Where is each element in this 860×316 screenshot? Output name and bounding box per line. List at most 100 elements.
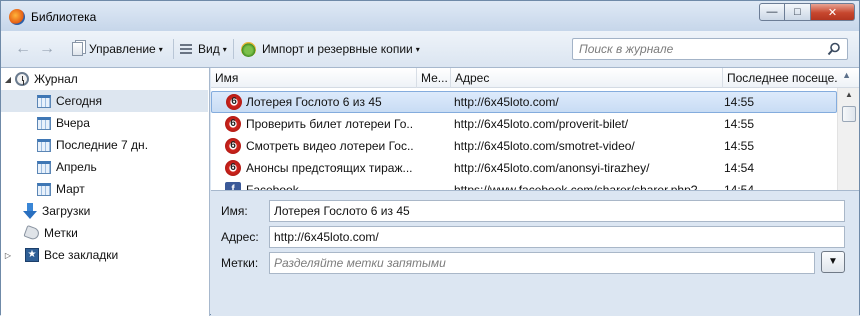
row-visit-time: 14:55	[724, 139, 755, 153]
scroll-up-arrow-icon[interactable]: ▲	[841, 90, 857, 104]
forward-arrow-icon[interactable]: →	[39, 41, 55, 57]
sidebar-item-downloads[interactable]: Загрузки	[1, 200, 208, 222]
column-header-name[interactable]: Имя	[211, 68, 417, 88]
row-name: Анонсы предстоящих тираж...	[246, 161, 413, 175]
sidebar-item-tags[interactable]: Метки	[1, 222, 208, 244]
sidebar-item-label: Апрель	[56, 160, 97, 174]
close-button[interactable]: ✕	[811, 3, 855, 21]
toolbar-separator	[233, 39, 234, 59]
row-address: https://www.facebook.com/sharer/sharer.p…	[454, 183, 708, 191]
history-search-box[interactable]	[572, 38, 848, 60]
row-name: Facebook	[246, 183, 299, 191]
sidebar-item-label: Все закладки	[44, 248, 119, 262]
chevron-down-icon: ▾	[158, 44, 163, 54]
lottery-favicon-icon: 6	[226, 94, 242, 110]
sidebar-item-label: Вчера	[56, 116, 90, 130]
facebook-favicon-icon: f	[225, 182, 241, 190]
row-visit-time: 14:54	[724, 161, 755, 175]
sort-ascending-icon: ▲	[842, 70, 851, 80]
minimize-button[interactable]: —	[759, 3, 785, 21]
sidebar-item-all-bookmarks[interactable]: ▷ ★ Все закладки	[1, 244, 208, 266]
tag-icon	[23, 224, 41, 242]
tags-field[interactable]: Разделяйте метки запятыми	[269, 252, 815, 274]
caption-buttons: — □ ✕	[759, 3, 855, 21]
name-field-label: Имя:	[221, 204, 248, 218]
manage-menu-button[interactable]: Управление ▾	[72, 40, 163, 58]
row-visit-time: 14:55	[724, 95, 755, 109]
table-row[interactable]: 6 Анонсы предстоящих тираж... http://6x4…	[211, 157, 837, 179]
window-title: Библиотека	[31, 10, 97, 24]
lottery-favicon-icon: 6	[225, 138, 241, 154]
row-name: Смотреть видео лотереи Гос...	[246, 139, 414, 153]
expand-triangle-icon[interactable]: ▷	[3, 251, 13, 260]
calendar-icon	[37, 182, 51, 196]
row-name: Проверить билет лотереи Го...	[246, 117, 414, 131]
column-header-tags[interactable]: Ме...	[417, 68, 451, 88]
tags-dropdown-button[interactable]: ▼	[821, 251, 845, 273]
lottery-favicon-icon: 6	[225, 160, 241, 176]
sidebar-item-last-7-days[interactable]: Последние 7 дн.	[1, 134, 208, 156]
address-field-label: Адрес:	[221, 230, 259, 244]
sidebar-item-label: Загрузки	[42, 204, 91, 218]
row-address: http://6x45loto.com/	[454, 95, 559, 109]
collapse-triangle-icon[interactable]: ◢	[3, 75, 13, 84]
address-field[interactable]: http://6x45loto.com/	[269, 226, 845, 248]
sidebar-item-label: Метки	[44, 226, 78, 240]
search-icon[interactable]	[827, 42, 841, 56]
scrollbar-thumb[interactable]	[842, 106, 856, 122]
table-row[interactable]: 6 Проверить билет лотереи Го... http://6…	[211, 113, 837, 135]
row-address: http://6x45loto.com/anonsyi-tirazhey/	[454, 161, 650, 175]
back-arrow-icon[interactable]: ←	[15, 41, 31, 57]
column-header-address[interactable]: Адрес	[451, 68, 723, 88]
sidebar-item-history[interactable]: ◢ Журнал	[1, 68, 208, 90]
tags-field-label: Метки:	[221, 256, 259, 270]
vertical-scrollbar[interactable]: ▲	[837, 88, 859, 190]
table-row[interactable]: 6 Лотерея Гослото 6 из 45 http://6x45lot…	[211, 91, 837, 113]
row-address: http://6x45loto.com/proverit-bilet/	[454, 117, 629, 131]
firefox-icon	[9, 9, 25, 25]
row-name: Лотерея Гослото 6 из 45	[246, 95, 382, 109]
maximize-button[interactable]: □	[785, 3, 811, 21]
name-field[interactable]: Лотерея Гослото 6 из 45	[269, 200, 845, 222]
list-header: Имя Ме... Адрес Последнее посеще... ▲	[211, 68, 859, 88]
sidebar-item-label: Журнал	[34, 72, 78, 86]
chevron-down-icon: ▼	[828, 256, 838, 267]
table-row[interactable]: f Facebook https://www.facebook.com/shar…	[211, 179, 837, 191]
sidebar-item-label: Сегодня	[56, 94, 102, 108]
lottery-favicon-icon: 6	[225, 116, 241, 132]
table-row[interactable]: 6 Смотреть видео лотереи Гос... http://6…	[211, 135, 837, 157]
organize-icon	[72, 42, 83, 56]
details-pane: Имя: Лотерея Гослото 6 из 45 Адрес: http…	[211, 192, 859, 316]
toolbar-separator	[173, 39, 174, 59]
row-address: http://6x45loto.com/smotret-video/	[454, 139, 635, 153]
search-input[interactable]	[579, 41, 819, 57]
import-star-icon	[241, 41, 256, 57]
chevron-down-icon: ▾	[415, 44, 420, 54]
manage-label: Управление	[89, 42, 156, 56]
view-list-icon	[180, 43, 192, 55]
toolbar: ← → Управление ▾ Вид ▾ Импорт и резервны…	[1, 31, 859, 68]
import-backup-menu-button[interactable]: Импорт и резервные копии ▾	[241, 40, 420, 58]
history-list: Имя Ме... Адрес Последнее посеще... ▲ 6 …	[211, 68, 859, 191]
row-visit-time: 14:54	[724, 183, 755, 191]
import-label: Импорт и резервные копии	[262, 42, 413, 56]
row-visit-time: 14:55	[724, 117, 755, 131]
title-bar[interactable]: Библиотека — □ ✕	[1, 1, 859, 31]
sidebar-item-label: Последние 7 дн.	[56, 138, 149, 152]
sidebar-item-today[interactable]: Сегодня	[1, 90, 208, 112]
view-menu-button[interactable]: Вид ▾	[180, 40, 227, 58]
calendar-icon	[37, 94, 51, 108]
calendar-icon	[37, 138, 51, 152]
sidebar-item-label: Март	[56, 182, 85, 196]
calendar-icon	[37, 160, 51, 174]
sidebar-item-march[interactable]: Март	[1, 178, 208, 200]
sidebar-item-yesterday[interactable]: Вчера	[1, 112, 208, 134]
star-icon: ★	[25, 248, 39, 262]
view-label: Вид	[198, 42, 220, 56]
sidebar-item-april[interactable]: Апрель	[1, 156, 208, 178]
library-window: Библиотека — □ ✕ ← → Управление ▾ Вид ▾ …	[0, 0, 860, 316]
clock-icon	[15, 72, 29, 86]
download-icon	[23, 203, 37, 219]
library-sidebar: ◢ Журнал Сегодня Вчера Последние 7 дн. А…	[1, 68, 210, 316]
column-header-last-visit[interactable]: Последнее посеще...	[723, 68, 837, 88]
